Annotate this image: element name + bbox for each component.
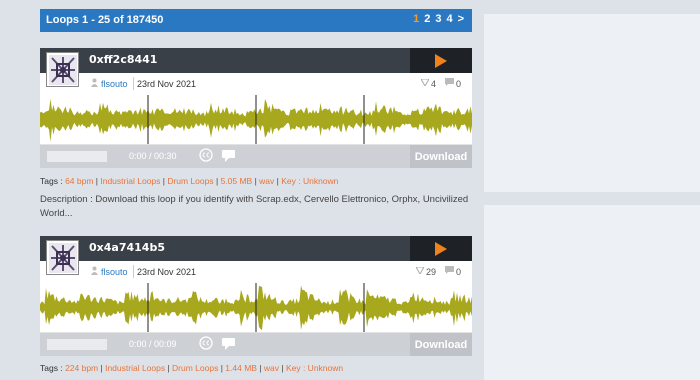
comment-icon xyxy=(445,266,454,274)
user-link[interactable]: flsouto xyxy=(101,79,128,89)
sidebar-panel xyxy=(484,205,700,380)
creative-commons-icon[interactable] xyxy=(199,148,213,162)
download-count: 29 xyxy=(426,267,437,277)
upload-date: 23rd Nov 2021 xyxy=(137,267,197,277)
comment-icon xyxy=(445,78,454,86)
play-button[interactable] xyxy=(410,48,472,73)
progress-bar[interactable] xyxy=(47,339,107,350)
tag-key[interactable]: Key : Unknown xyxy=(286,363,343,373)
creative-commons-icon[interactable] xyxy=(199,336,213,350)
loop-meta: flsouto 23rd Nov 2021 29 0 xyxy=(40,261,472,283)
chat-icon[interactable] xyxy=(222,150,235,162)
sidebar-panel xyxy=(484,14,700,192)
tags-label: Tags : xyxy=(40,363,63,373)
download-arrow-icon xyxy=(421,79,429,86)
loop-thumbnail[interactable] xyxy=(46,240,79,275)
progress-bar[interactable] xyxy=(47,151,107,162)
tag-filesize[interactable]: 5.05 MB xyxy=(221,176,253,186)
download-button[interactable]: Download xyxy=(410,145,472,168)
waveform-graphic xyxy=(40,95,472,144)
player-controls: 0:00 / 00:09 Download xyxy=(40,333,472,356)
tag-key[interactable]: Key : Unknown xyxy=(281,176,338,186)
loop-card: 0xff2c8441 flsouto 23rd Nov 2021 4 0 0:0… xyxy=(40,48,472,168)
page-next[interactable]: > xyxy=(458,13,464,25)
playback-time: 0:00 / 00:09 xyxy=(129,339,177,349)
thumbnail-image xyxy=(48,54,77,85)
tag-bpm[interactable]: 64 bpm xyxy=(65,176,93,186)
loop-description: Description : Download this loop if you … xyxy=(40,194,469,219)
tag-format[interactable]: wav xyxy=(264,363,279,373)
download-count: 4 xyxy=(431,79,437,89)
tag-format[interactable]: wav xyxy=(259,176,274,186)
tag-category[interactable]: Industrial Loops xyxy=(100,176,160,186)
player-controls: 0:00 / 00:30 Download xyxy=(40,145,472,168)
loop-thumbnail[interactable] xyxy=(46,52,79,87)
loop-title[interactable]: 0xff2c8441 xyxy=(89,53,157,66)
loop-meta: flsouto 23rd Nov 2021 4 0 xyxy=(40,73,472,95)
results-header: Loops 1 - 25 of 187450 1 2 3 4 > xyxy=(40,9,472,32)
user-icon xyxy=(91,266,98,275)
loop-card: 0x4a7414b5 flsouto 23rd Nov 2021 29 0 0:… xyxy=(40,236,472,356)
upload-date: 23rd Nov 2021 xyxy=(137,79,197,89)
page-link-2[interactable]: 2 xyxy=(424,13,430,25)
page-link-3[interactable]: 3 xyxy=(435,13,441,25)
comment-count: 0 xyxy=(456,267,462,277)
loop-header: 0x4a7414b5 xyxy=(40,236,472,275)
tag-list: Tags : 64 bpm | Industrial Loops | Drum … xyxy=(40,176,339,186)
play-icon xyxy=(435,53,447,68)
thumbnail-image xyxy=(48,242,77,273)
download-arrow-icon xyxy=(416,267,424,274)
page-link-4[interactable]: 4 xyxy=(446,13,452,25)
page-link-1[interactable]: 1 xyxy=(413,13,419,25)
tag-filesize[interactable]: 1.44 MB xyxy=(225,363,257,373)
tags-label: Tags : xyxy=(40,176,63,186)
user-link[interactable]: flsouto xyxy=(101,267,128,277)
loop-title[interactable]: 0x4a7414b5 xyxy=(89,241,165,254)
divider xyxy=(133,265,134,278)
chat-icon[interactable] xyxy=(222,338,235,350)
divider xyxy=(133,77,134,90)
pagination: 1 2 3 4 > xyxy=(413,13,464,25)
tag-category[interactable]: Drum Loops xyxy=(167,176,213,186)
waveform[interactable] xyxy=(40,95,472,145)
waveform-graphic xyxy=(40,283,472,332)
play-button[interactable] xyxy=(410,236,472,261)
waveform[interactable] xyxy=(40,283,472,333)
playback-time: 0:00 / 00:30 xyxy=(129,151,177,161)
user-icon xyxy=(91,78,98,87)
play-icon xyxy=(435,241,447,256)
loop-header: 0xff2c8441 xyxy=(40,48,472,87)
results-count: Loops 1 - 25 of 187450 xyxy=(46,14,164,26)
tag-list: Tags : 224 bpm | Industrial Loops | Drum… xyxy=(40,363,344,373)
download-button[interactable]: Download xyxy=(410,333,472,356)
tag-bpm[interactable]: 224 bpm xyxy=(65,363,98,373)
tag-category[interactable]: Drum Loops xyxy=(172,363,218,373)
comment-count: 0 xyxy=(456,79,462,89)
tag-category[interactable]: Industrial Loops xyxy=(105,363,165,373)
